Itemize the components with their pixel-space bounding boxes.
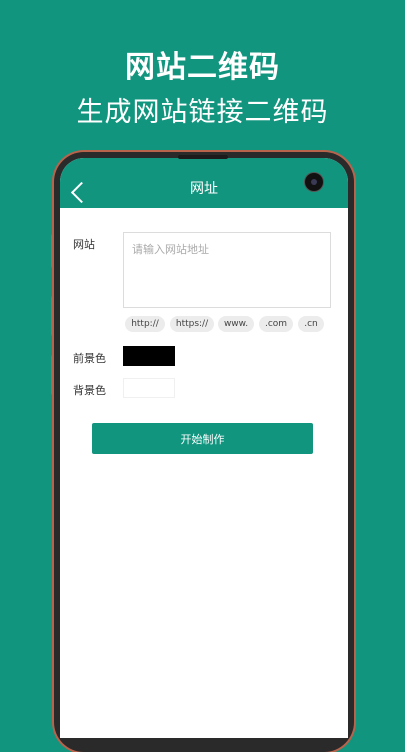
url-field [123, 232, 331, 308]
url-label: 网站 [73, 238, 95, 251]
foreground-label: 前景色 [73, 352, 106, 365]
chip-www[interactable]: www. [218, 316, 254, 332]
camera-icon [305, 173, 323, 191]
url-input[interactable] [124, 233, 330, 307]
chip-com[interactable]: .com [259, 316, 293, 332]
start-button[interactable]: 开始制作 [92, 423, 313, 454]
app-bar: 网址 [60, 158, 348, 208]
foreground-color-swatch[interactable] [123, 346, 175, 366]
background-label: 背景色 [73, 384, 106, 397]
promo-title: 网站二维码 [125, 50, 280, 85]
background-color-swatch[interactable] [123, 378, 175, 398]
chip-cn[interactable]: .cn [298, 316, 324, 332]
chip-https[interactable]: https:// [170, 316, 214, 332]
promo-subtitle: 生成网站链接二维码 [76, 97, 329, 128]
phone-screen: 网址 网站 http:// https:// www. .com .cn 前景色… [60, 158, 348, 738]
phone-speaker [178, 155, 228, 159]
chip-http[interactable]: http:// [125, 316, 165, 332]
